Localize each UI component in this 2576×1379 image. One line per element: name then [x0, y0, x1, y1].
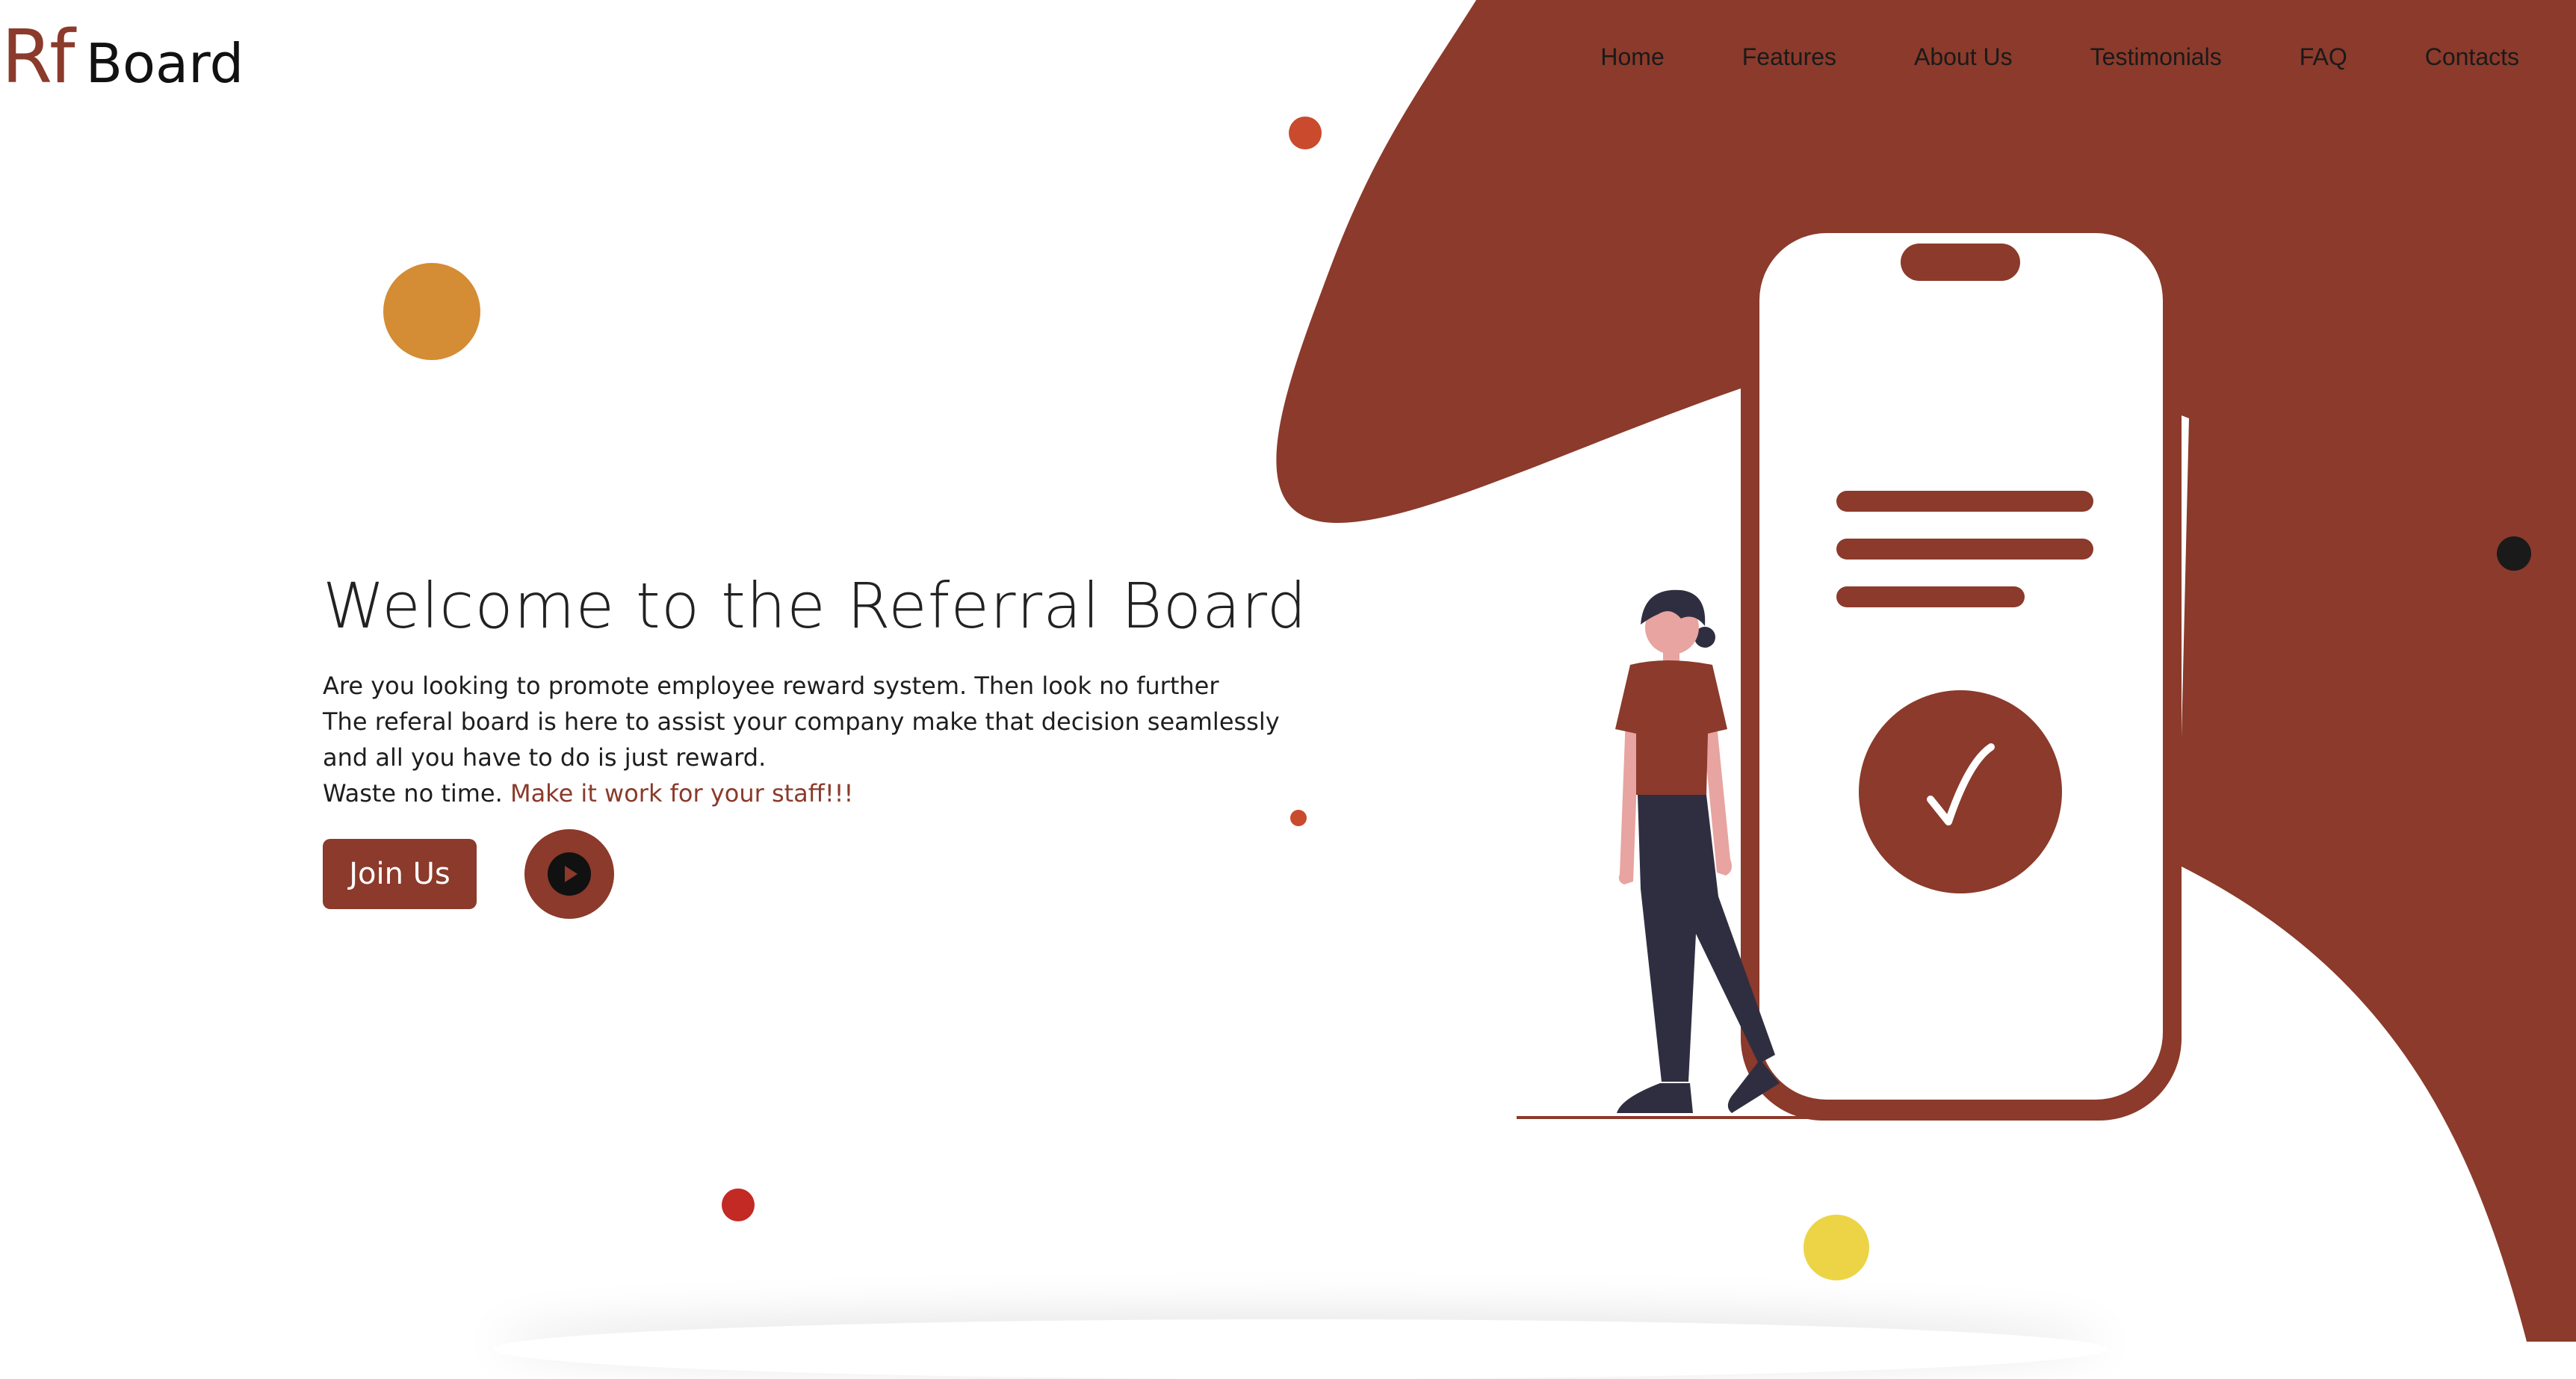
hero-cta-text: Make it work for your staff!!!: [510, 779, 854, 808]
phone-text-line: [1836, 586, 2025, 607]
hero-actions: Join Us: [323, 829, 1309, 919]
play-video-button[interactable]: [524, 829, 614, 919]
nav-home[interactable]: Home: [1600, 43, 1664, 71]
hero-line-2: The referal board is here to assist your…: [323, 707, 1280, 736]
play-icon: [548, 852, 591, 896]
main-nav: Home Features About Us Testimonials FAQ …: [1600, 43, 2519, 71]
hero-line-4-prefix: Waste no time.: [323, 779, 510, 808]
nav-about-us[interactable]: About Us: [1914, 43, 2013, 71]
phone-notch: [1901, 244, 2020, 281]
join-us-button[interactable]: Join Us: [323, 839, 477, 909]
hero-title: Welcome to the Referral Board: [323, 569, 1307, 642]
nav-contacts[interactable]: Contacts: [2425, 43, 2519, 71]
logo-board: Board: [85, 32, 244, 95]
decor-dot-black: [2497, 536, 2531, 571]
phone-text-line: [1836, 539, 2093, 560]
phone-text-line: [1836, 491, 2093, 512]
hero-section: Welcome to the Referral Board Are you lo…: [323, 569, 1309, 919]
decor-dot-yellow: [1803, 1215, 1869, 1280]
section-shadow: [493, 1319, 2107, 1379]
decor-dot-orange: [383, 263, 480, 360]
logo-rf: Rf: [1, 15, 75, 100]
phone-screen: [1759, 233, 2163, 1100]
decor-dot-red: [722, 1189, 755, 1221]
nav-features[interactable]: Features: [1742, 43, 1836, 71]
hero-line-3: and all you have to do is just reward.: [323, 743, 767, 772]
hero-illustration: [1517, 224, 2182, 1121]
nav-faq[interactable]: FAQ: [2300, 43, 2347, 71]
hero-line-1: Are you looking to promote employee rewa…: [323, 672, 1219, 700]
logo[interactable]: Rf Board: [1, 15, 244, 100]
decor-dot-vermilion-top: [1289, 117, 1322, 149]
hero-line-4: Waste no time. Make it work for your sta…: [323, 775, 1309, 811]
ground-line: [1517, 1116, 1838, 1119]
nav-testimonials[interactable]: Testimonials: [2090, 43, 2222, 71]
